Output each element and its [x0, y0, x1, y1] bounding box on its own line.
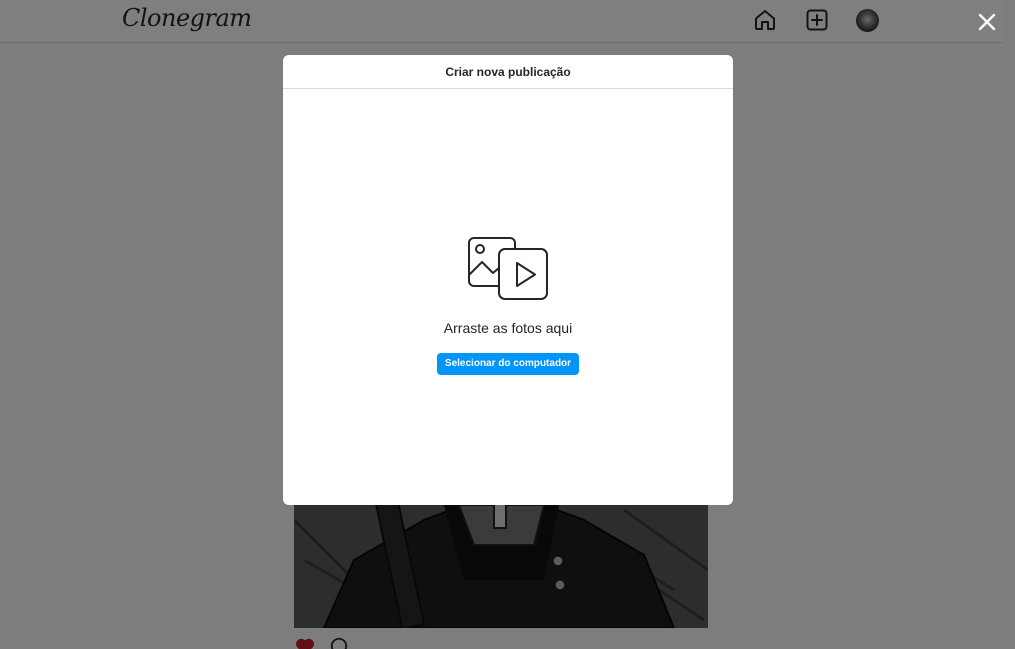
create-post-modal: Criar nova publicação Arraste as fotos a…	[283, 55, 733, 505]
modal-title: Criar nova publicação	[283, 55, 733, 89]
app-root: Clonegram	[0, 0, 1015, 649]
photo-video-icon	[467, 236, 549, 302]
modal-body: Arraste as fotos aqui Selecionar do comp…	[283, 89, 733, 505]
select-from-computer-button[interactable]: Selecionar do computador	[437, 353, 579, 375]
close-icon[interactable]	[975, 10, 999, 34]
drag-photos-text: Arraste as fotos aqui	[443, 320, 573, 336]
